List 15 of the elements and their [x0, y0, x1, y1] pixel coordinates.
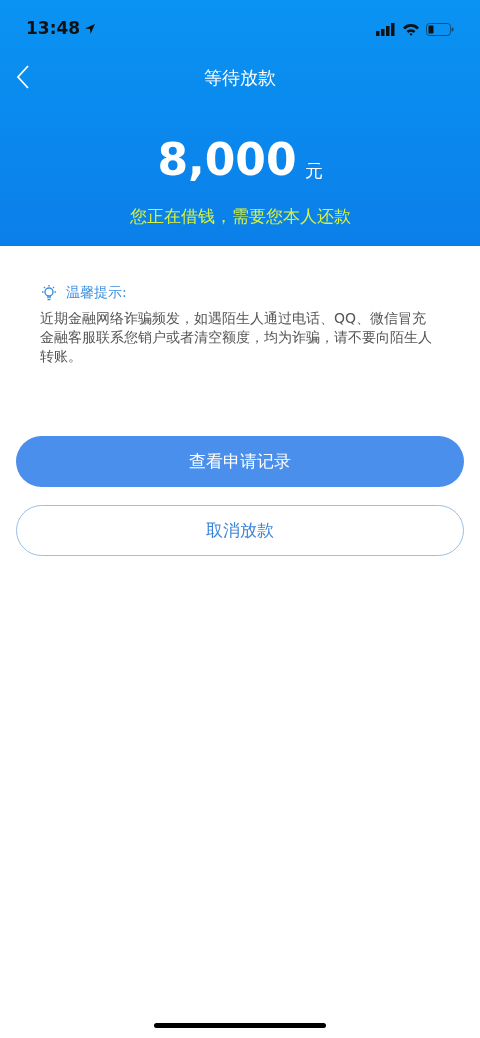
- back-icon[interactable]: [16, 65, 30, 89]
- amount-value: 8,000: [157, 138, 297, 182]
- signal-icon: [376, 22, 396, 36]
- battery-icon: [426, 22, 454, 36]
- location-arrow-icon: [84, 23, 97, 35]
- amount-unit: 元: [304, 162, 323, 180]
- page-title: 等待放款: [204, 65, 276, 90]
- status-time: 13:48: [26, 17, 81, 41]
- lightbulb-icon: [40, 283, 58, 302]
- cancel-button[interactable]: 取消放款: [16, 505, 464, 556]
- repayment-notice: 您正在借钱，需要您本人还款: [129, 205, 351, 228]
- wifi-icon: [402, 22, 420, 36]
- tip-text: 近期金融网络诈骗频发，如遇陌生人通过电话、QQ、微信冒充金融客服联系您销户或者清空额度，均为诈骗，请不要向陌生人转账。: [40, 309, 433, 366]
- view-records-button[interactable]: 查看申请记录: [16, 436, 464, 487]
- tip-title: 温馨提示:: [66, 283, 127, 302]
